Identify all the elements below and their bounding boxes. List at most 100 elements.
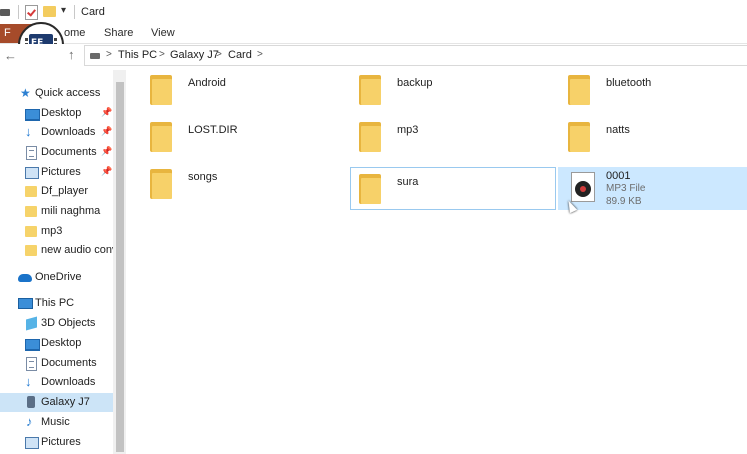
pin-icon[interactable]: 📌 [101,146,112,157]
sidebar-scrollbar-thumb[interactable] [116,82,124,452]
file-list: Android backup bluetooth LOST.DIR mp3 na… [127,70,747,454]
sidebar-item-quick-access[interactable]: ★ Quick access [0,84,113,103]
file-name: 0001 [606,170,631,182]
file-name: bluetooth [606,77,652,89]
sidebar-item-pc-pictures[interactable]: Pictures [0,433,113,452]
pin-icon[interactable]: 📌 [101,166,112,177]
address-bar[interactable]: > This PC > Galaxy J7 > Card > [84,45,747,66]
sidebar-item-pc-documents[interactable]: Documents [0,354,113,373]
star-icon: ★ [20,86,31,100]
sidebar-item-label: Quick access [35,87,101,99]
up-arrow-icon[interactable]: ↑ [68,47,75,62]
disc-icon [575,181,591,197]
new-folder-quick-access-icon[interactable] [43,6,56,17]
file-name: Android [188,77,226,89]
music-note-icon: ♪ [26,414,33,429]
breadcrumb-separator[interactable]: > [159,49,165,60]
desktop-icon [25,339,40,351]
sidebar-item-3d-objects[interactable]: 3D Objects [0,314,113,333]
folder-icon [25,226,37,237]
sidebar-item-label: mili naghma [41,205,101,217]
phone-icon [27,396,35,408]
file-item-sura[interactable]: sura [350,167,556,210]
folder-icon [359,75,381,105]
sidebar-item-pictures[interactable]: Pictures 📌 [0,163,113,182]
sidebar-item-label: Desktop [41,337,82,349]
tab-view[interactable]: View [151,27,175,39]
sidebar-item-label: Downloads [41,126,96,138]
file-name: mp3 [397,124,419,136]
onedrive-cloud-icon [18,274,32,282]
customize-toolbar-dropdown-icon[interactable]: ▾ [61,5,66,16]
tab-home[interactable]: ome [64,27,85,39]
tab-file-label: F [4,27,11,39]
audio-file-icon [571,172,595,202]
sidebar-item-pc-downloads[interactable]: ↓ Downloads [0,373,113,392]
sidebar-item-documents[interactable]: Documents 📌 [0,143,113,162]
computer-icon [18,298,33,309]
pictures-icon [25,167,39,179]
downloads-icon: ↓ [25,124,32,139]
file-name: backup [397,77,433,89]
folder-icon [359,174,381,204]
sidebar-item-label: Desktop [41,107,82,119]
sidebar-item-downloads[interactable]: ↓ Downloads 📌 [0,123,113,142]
window-title: Card [81,6,105,18]
pictures-icon [25,437,39,449]
folder-icon [25,206,37,217]
breadcrumb-separator[interactable]: > [216,49,222,60]
sidebar-item-mili-naghma[interactable]: mili naghma [0,202,113,221]
sidebar-item-label: Galaxy J7 [41,396,90,408]
file-item-songs[interactable]: songs [142,164,342,206]
sidebar-item-onedrive[interactable]: OneDrive [0,268,113,287]
folder-icon [150,122,172,152]
sidebar-item-label: Downloads [41,376,96,388]
breadcrumb-separator[interactable]: > [257,49,263,60]
file-item-natts[interactable]: natts [560,117,747,159]
file-item-backup[interactable]: backup [351,70,556,112]
breadcrumb-galaxy-j7[interactable]: Galaxy J7 [170,49,219,61]
file-size: 89.9 KB [606,196,642,207]
sidebar-item-desktop[interactable]: Desktop 📌 [0,104,113,123]
pin-icon[interactable]: 📌 [101,107,112,118]
file-item-bluetooth[interactable]: bluetooth [560,70,747,112]
tab-share[interactable]: Share [104,27,133,39]
sidebar-item-df-player[interactable]: Df_player [0,182,113,201]
folder-icon [568,122,590,152]
sidebar-item-mp3[interactable]: mp3 [0,222,113,241]
sidebar-item-pc-desktop[interactable]: Desktop [0,334,113,353]
file-item-android[interactable]: Android [142,70,342,112]
sidebar-item-this-pc[interactable]: This PC [0,294,113,313]
file-item-0001[interactable]: 0001 MP3 File 89.9 KB [558,167,747,210]
documents-icon [26,146,37,160]
title-bar: ▾ Card [0,0,747,24]
sidebar-item-label: Documents [41,146,97,158]
sidebar-item-label: Music [41,416,70,428]
sidebar-item-label: 3D Objects [41,317,96,329]
file-item-mp3[interactable]: mp3 [351,117,556,159]
folder-icon [568,75,590,105]
file-item-lost-dir[interactable]: LOST.DIR [142,117,342,159]
divider [74,5,75,19]
folder-icon [25,186,37,197]
file-name: natts [606,124,630,136]
sidebar-item-galaxy-j7[interactable]: Galaxy J7 [0,393,113,412]
back-arrow-icon[interactable]: ← [4,48,17,63]
sidebar-item-music[interactable]: ♪ Music [0,413,113,432]
sidebar-item-label: OneDrive [35,271,82,283]
drive-icon [90,53,100,59]
divider [18,5,19,19]
downloads-icon: ↓ [25,374,32,389]
breadcrumb-separator[interactable]: > [106,49,112,60]
folder-icon [150,75,172,105]
breadcrumb-card[interactable]: Card [228,49,252,61]
pin-icon[interactable]: 📌 [101,126,112,137]
navigation-pane: ★ Quick access Desktop 📌 ↓ Downloads 📌 D… [0,70,126,454]
folder-icon [359,122,381,152]
file-type: MP3 File [606,183,646,194]
ribbon-tabs: F ome Share View [0,24,747,44]
breadcrumb-this-pc[interactable]: This PC [118,49,157,61]
sidebar-item-new-audio-conv[interactable]: new audio conv [0,241,113,260]
properties-quick-access-icon[interactable] [25,5,38,20]
drive-icon [0,9,10,16]
